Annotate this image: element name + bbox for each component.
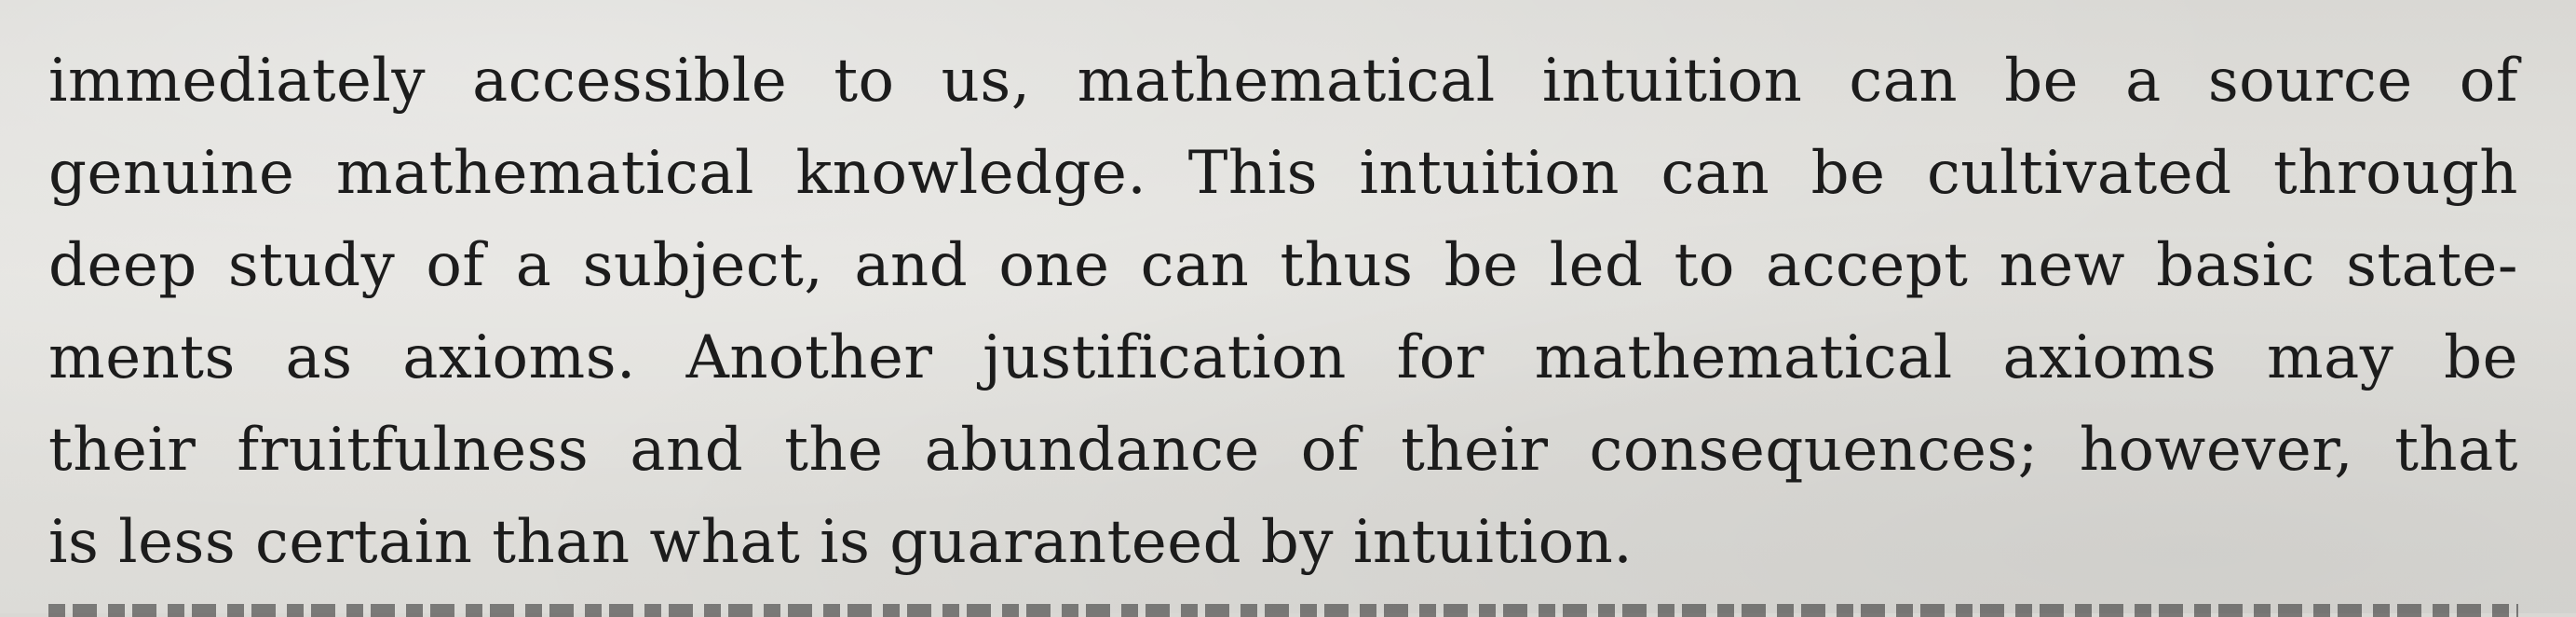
text-line: is less certain than what is guaranteed … [48, 508, 1634, 577]
book-page: immediately accessible to us, mathematic… [0, 0, 2576, 617]
text-line: immediately accessible to us, mathematic… [48, 47, 2518, 116]
text-line: deep study of a subject, and one can thu… [48, 231, 2518, 300]
text-line: ments as axioms. Another justification f… [48, 323, 2518, 392]
cropped-next-line [48, 580, 2518, 617]
text-line: genuine mathematical knowledge. This int… [48, 139, 2518, 208]
text-line: their fruitfulness and the abundance of … [48, 416, 2518, 485]
paragraph: immediately accessible to us, mathematic… [48, 35, 2518, 589]
